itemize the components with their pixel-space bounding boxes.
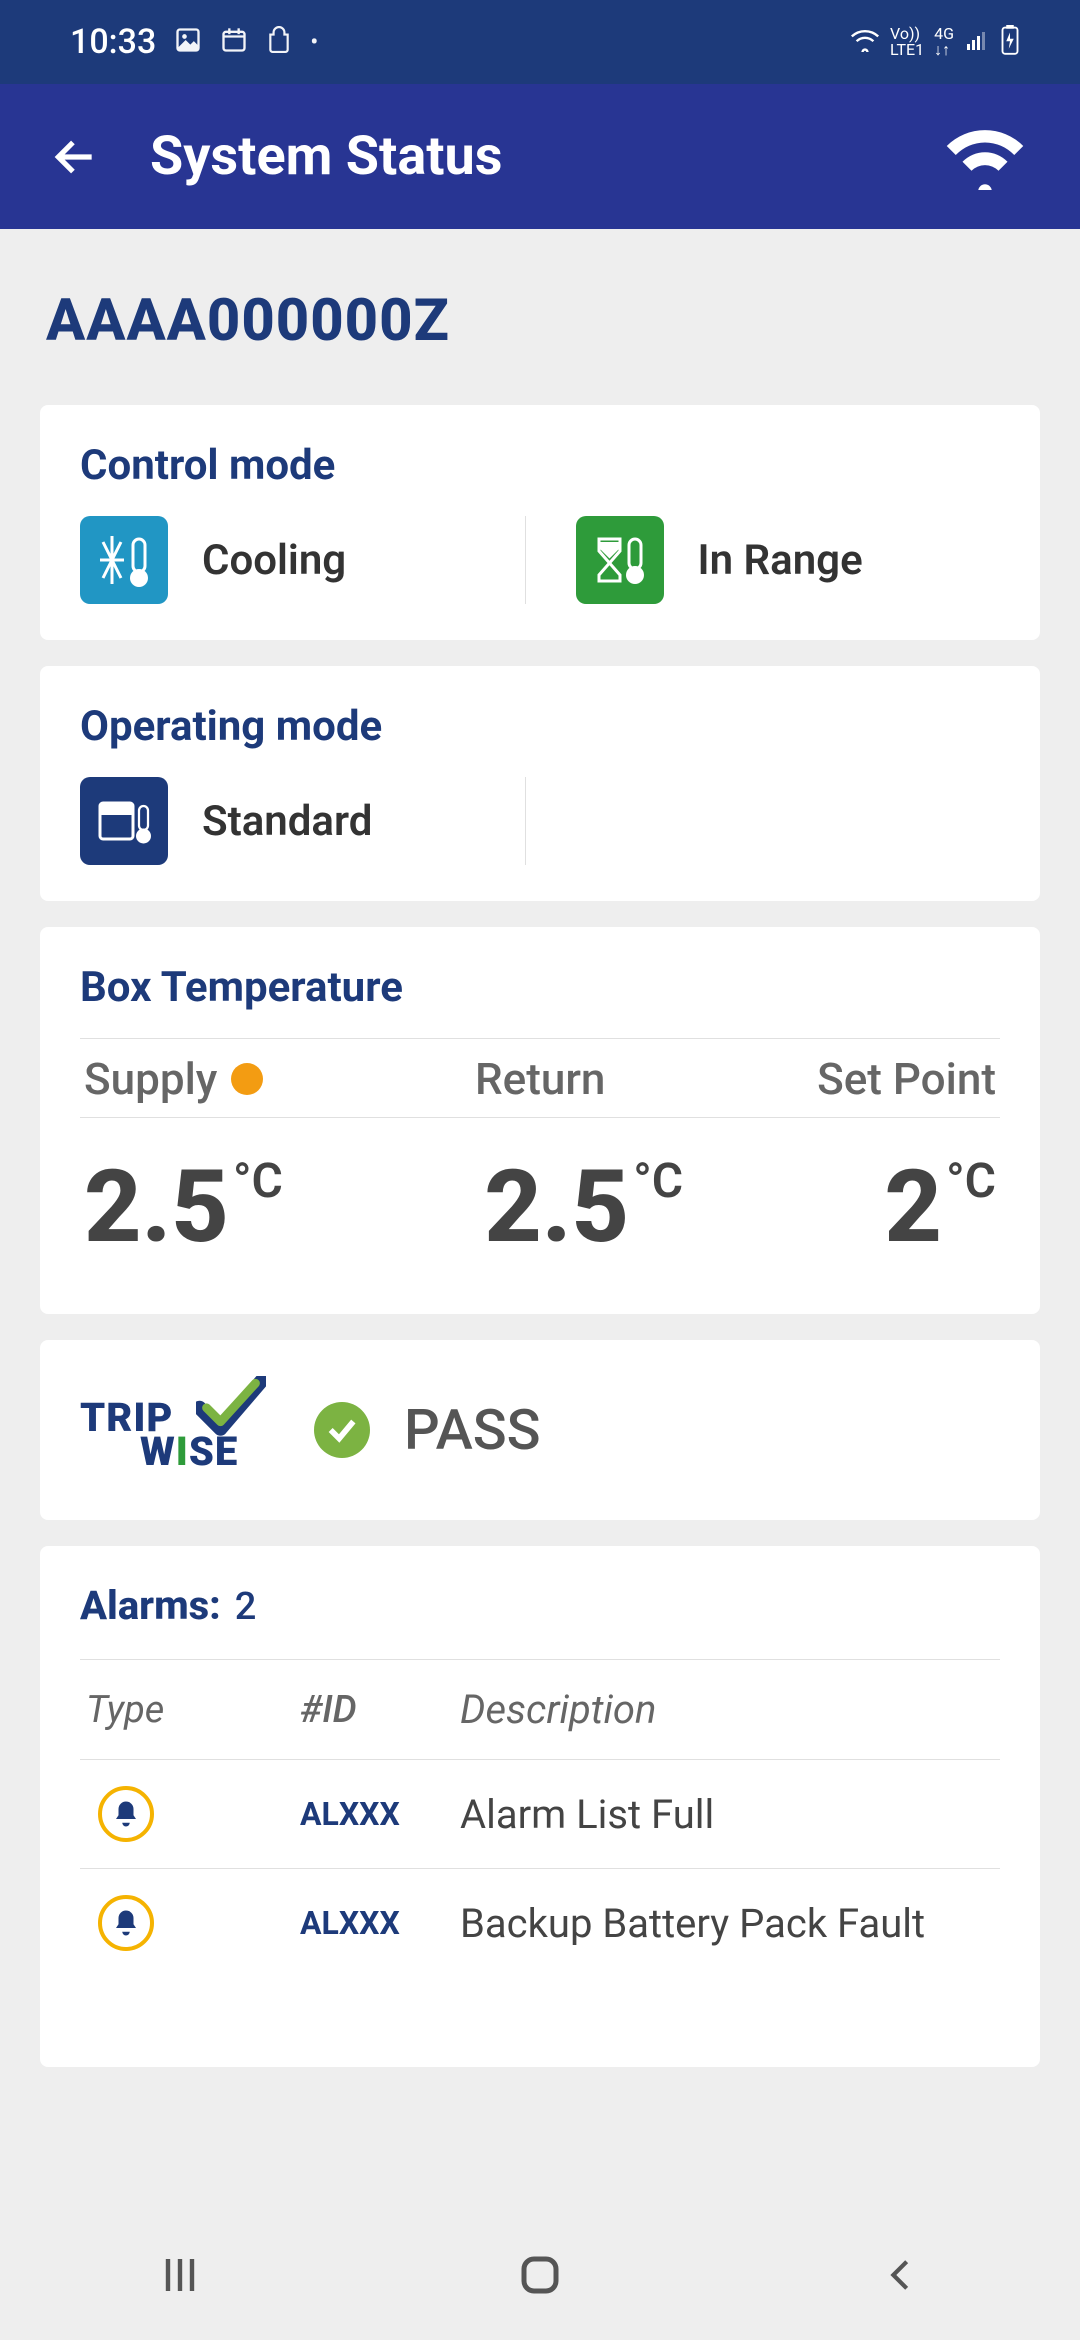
in-range-icon bbox=[576, 516, 664, 604]
cooling-icon bbox=[80, 516, 168, 604]
bag-icon bbox=[266, 26, 292, 58]
tripwise-status: PASS bbox=[404, 1397, 541, 1463]
alarm-desc: Backup Battery Pack Fault bbox=[460, 1900, 1000, 1947]
control-mode-card: Control mode Cooling bbox=[40, 405, 1040, 640]
alarms-hd-desc: Description bbox=[460, 1686, 1000, 1733]
back-button[interactable] bbox=[40, 122, 110, 192]
dot-icon: • bbox=[310, 28, 318, 56]
device-id: AAAA000000Z bbox=[46, 287, 1040, 355]
page-title: System Status bbox=[150, 125, 940, 188]
box-temp-heading: Box Temperature bbox=[80, 963, 1000, 1012]
back-nav-button[interactable] bbox=[840, 2235, 960, 2315]
alarms-hd-type: Type bbox=[80, 1688, 300, 1732]
home-button[interactable] bbox=[480, 2235, 600, 2315]
image-icon bbox=[174, 26, 202, 58]
wifi-small-icon bbox=[850, 28, 880, 57]
android-nav-bar bbox=[0, 2210, 1080, 2340]
in-range-label: In Range bbox=[698, 536, 863, 585]
signal-icon bbox=[964, 28, 990, 57]
return-label: Return bbox=[475, 1053, 605, 1105]
setpoint-value: 2 °C bbox=[884, 1158, 996, 1258]
battery-icon bbox=[1000, 25, 1020, 60]
return-value: 2.5 °C bbox=[484, 1158, 683, 1258]
wifi-status-icon bbox=[940, 120, 1030, 194]
control-mode-cooling: Cooling bbox=[80, 516, 526, 604]
cooling-label: Cooling bbox=[202, 536, 346, 585]
status-arrows: ↓↑ bbox=[934, 42, 950, 58]
operating-mode-card: Operating mode Standard bbox=[40, 666, 1040, 901]
tripwise-card: TRIP WISE PASS bbox=[40, 1340, 1040, 1520]
control-mode-inrange: In Range bbox=[526, 516, 1001, 604]
supply-value: 2.5 °C bbox=[84, 1158, 283, 1258]
android-status-bar: 10:33 • Vo)) LTE1 4G ↓↑ bbox=[0, 0, 1080, 84]
alarm-row[interactable]: ALXXX Backup Battery Pack Fault bbox=[80, 1868, 1000, 1977]
setpoint-label: Set Point bbox=[817, 1053, 996, 1105]
control-mode-heading: Control mode bbox=[80, 441, 1000, 490]
supply-label: Supply bbox=[84, 1053, 263, 1105]
supply-indicator-dot bbox=[231, 1063, 263, 1095]
alarms-hd-id: #ID bbox=[300, 1688, 460, 1732]
operating-mode-standard: Standard bbox=[80, 777, 526, 865]
standard-label: Standard bbox=[202, 797, 372, 846]
bell-icon bbox=[98, 1895, 154, 1951]
alarm-row[interactable]: ALXXX Alarm List Full bbox=[80, 1759, 1000, 1868]
alarms-heading: Alarms: 2 bbox=[80, 1582, 1000, 1629]
recents-button[interactable] bbox=[120, 2235, 240, 2315]
bell-icon bbox=[98, 1786, 154, 1842]
alarms-card: Alarms: 2 Type #ID Description ALXXX Ala… bbox=[40, 1546, 1040, 2067]
pass-check-icon bbox=[314, 1402, 370, 1458]
calendar-icon bbox=[220, 26, 248, 58]
status-time: 10:33 bbox=[70, 22, 156, 62]
alarm-id: ALXXX bbox=[300, 1795, 460, 1833]
alarms-header-row: Type #ID Description bbox=[80, 1659, 1000, 1759]
operating-mode-heading: Operating mode bbox=[80, 702, 1000, 751]
tripwise-logo: TRIP WISE bbox=[80, 1390, 280, 1470]
app-bar: System Status bbox=[0, 84, 1080, 229]
box-temperature-card: Box Temperature Supply Return Set Point … bbox=[40, 927, 1040, 1314]
tripwise-check-icon bbox=[196, 1376, 266, 1440]
alarm-desc: Alarm List Full bbox=[460, 1791, 1000, 1838]
status-lte: LTE1 bbox=[890, 42, 924, 58]
alarm-id: ALXXX bbox=[300, 1904, 460, 1942]
standard-mode-icon bbox=[80, 777, 168, 865]
